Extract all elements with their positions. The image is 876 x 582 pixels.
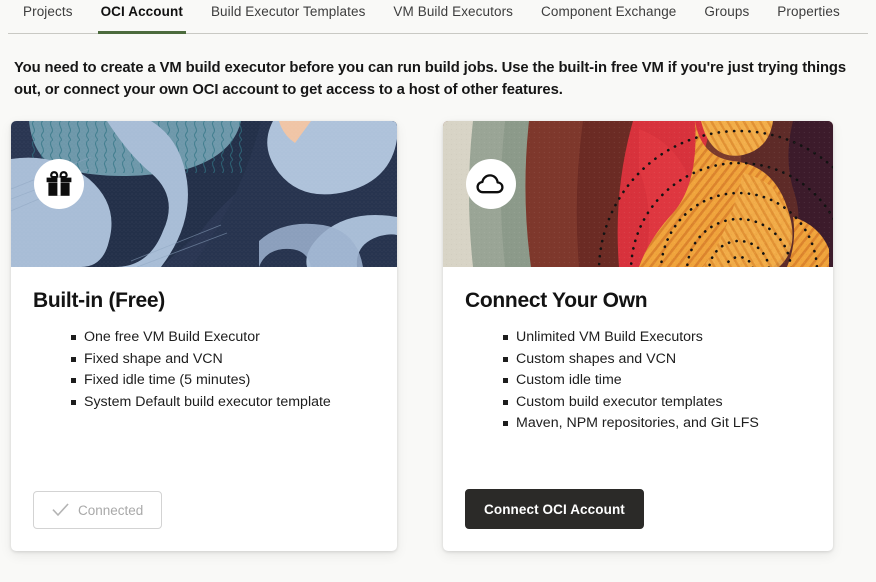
- tab-projects[interactable]: Projects: [9, 0, 87, 34]
- connect-oci-account-button[interactable]: Connect OCI Account: [465, 489, 644, 530]
- card-footer-connect-your-own: Connect OCI Account: [443, 489, 833, 551]
- card-hero-connect-your-own: [443, 121, 833, 268]
- tab-groups[interactable]: Groups: [690, 0, 763, 34]
- card-built-in-free[interactable]: Built-in (Free) One free VM Build Execut…: [11, 121, 397, 552]
- card-title-built-in-free: Built-in (Free): [33, 289, 165, 313]
- list-item: Unlimited VM Build Executors: [503, 327, 811, 349]
- connected-button-label: Connected: [78, 502, 144, 518]
- tab-properties[interactable]: Properties: [763, 0, 854, 34]
- card-connect-your-own[interactable]: Connect Your Own Unlimited VM Build Exec…: [443, 121, 833, 552]
- list-item: One free VM Build Executor: [71, 327, 375, 349]
- list-item: Custom build executor templates: [503, 392, 811, 414]
- list-item: System Default build executor template: [71, 392, 375, 414]
- list-item: Maven, NPM repositories, and Git LFS: [503, 413, 811, 435]
- tab-bar: Projects OCI Account Build Executor Temp…: [0, 0, 876, 34]
- card-body-built-in-free: Built-in (Free) One free VM Build Execut…: [11, 267, 397, 491]
- cards-container: Built-in (Free) One free VM Build Execut…: [0, 121, 876, 552]
- list-item: Fixed shape and VCN: [71, 349, 375, 371]
- card-hero-built-in-free: [11, 121, 397, 268]
- tab-oci-account[interactable]: OCI Account: [87, 0, 197, 34]
- card-title-connect-your-own: Connect Your Own: [465, 289, 648, 313]
- page-headline: You need to create a VM build executor b…: [14, 60, 847, 99]
- card-footer-built-in-free: Connected: [11, 491, 397, 551]
- connected-button: Connected: [33, 491, 163, 530]
- tab-component-exchange[interactable]: Component Exchange: [527, 0, 690, 34]
- list-item: Custom shapes and VCN: [503, 349, 811, 371]
- tab-vm-build-executors[interactable]: VM Build Executors: [379, 0, 527, 34]
- card-body-connect-your-own: Connect Your Own Unlimited VM Build Exec…: [443, 267, 833, 489]
- list-item: Fixed idle time (5 minutes): [71, 370, 375, 392]
- list-item: Custom idle time: [503, 370, 811, 392]
- gift-icon: [46, 171, 72, 197]
- check-icon: [52, 503, 69, 517]
- cloud-icon: [476, 174, 504, 194]
- tab-build-executor-templates[interactable]: Build Executor Templates: [197, 0, 379, 34]
- feature-list-built-in-free: One free VM Build Executor Fixed shape a…: [33, 327, 375, 413]
- feature-list-connect-your-own: Unlimited VM Build Executors Custom shap…: [465, 327, 811, 435]
